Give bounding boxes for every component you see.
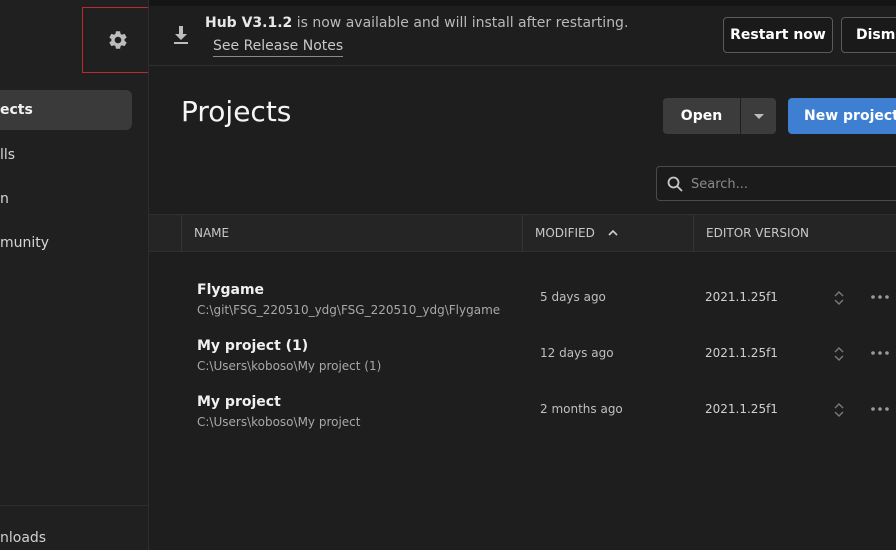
project-path: C:\git\FSG_220510_ydg\FSG_220510_ydg\Fly…: [197, 303, 501, 317]
download-icon: [174, 26, 188, 44]
table-header: NAME MODIFIED EDITOR VERSION: [149, 214, 896, 252]
new-project-button[interactable]: New project: [788, 98, 896, 134]
more-options-icon[interactable]: [869, 288, 891, 306]
page-title: Projects: [181, 95, 292, 128]
column-divider: [181, 215, 182, 251]
project-modified: 2 months ago: [540, 402, 623, 416]
project-path: C:\Users\koboso\My project: [197, 415, 361, 429]
sidebar-item-installs[interactable]: lls: [0, 135, 148, 175]
version-switch-icon[interactable]: [833, 402, 845, 418]
search-icon: [667, 176, 683, 192]
sidebar-item-label: n: [0, 191, 9, 207]
restart-now-button[interactable]: Restart now: [723, 17, 833, 53]
column-divider: [522, 215, 523, 251]
sidebar-footer: nloads: [0, 505, 148, 550]
sidebar-item-label: ects: [0, 102, 33, 118]
open-dropdown-button[interactable]: [741, 98, 776, 134]
project-modified: 12 days ago: [540, 346, 614, 360]
column-header-modified[interactable]: MODIFIED: [535, 215, 619, 251]
more-options-icon[interactable]: [869, 344, 891, 362]
sidebar-item-label: munity: [0, 235, 50, 251]
table-row[interactable]: My project (1) C:\Users\koboso\My projec…: [149, 326, 896, 382]
sort-ascending-icon: [608, 229, 618, 236]
sidebar: ects lls n munity nloads: [0, 0, 149, 550]
project-name: My project (1): [197, 338, 309, 354]
update-message: Hub V3.1.2 is now available and will ins…: [205, 15, 628, 31]
project-path: C:\Users\koboso\My project (1): [197, 359, 382, 373]
version-switch-icon[interactable]: [833, 346, 845, 362]
update-banner: Hub V3.1.2 is now available and will ins…: [149, 6, 896, 66]
project-name: Flygame: [197, 282, 265, 298]
sidebar-item-learn[interactable]: n: [0, 179, 148, 219]
more-options-icon[interactable]: [869, 400, 891, 418]
sidebar-item-community[interactable]: munity: [0, 223, 148, 263]
downloads-link[interactable]: nloads: [0, 530, 46, 546]
sidebar-item-projects[interactable]: ects: [0, 90, 132, 130]
search-box: [656, 166, 896, 201]
project-editor-version: 2021.1.25f1: [705, 346, 778, 360]
project-name: My project: [197, 394, 281, 410]
version-switch-icon[interactable]: [833, 290, 845, 306]
dismiss-button[interactable]: Dismiss: [841, 17, 896, 53]
sidebar-item-label: lls: [0, 147, 16, 163]
gear-icon: [108, 31, 127, 49]
column-header-editor-version[interactable]: EDITOR VERSION: [706, 215, 809, 251]
project-modified: 5 days ago: [540, 290, 606, 304]
settings-button[interactable]: [82, 7, 148, 73]
table-row[interactable]: My project C:\Users\koboso\My project 2 …: [149, 382, 896, 438]
hub-version: Hub V3.1.2: [205, 15, 293, 31]
column-header-label: MODIFIED: [535, 226, 595, 240]
column-header-name[interactable]: NAME: [194, 215, 229, 251]
search-input[interactable]: [691, 173, 881, 195]
project-editor-version: 2021.1.25f1: [705, 402, 778, 416]
update-message-text: is now available and will install after …: [292, 15, 629, 31]
open-button[interactable]: Open: [663, 98, 740, 134]
table-row[interactable]: Flygame C:\git\FSG_220510_ydg\FSG_220510…: [149, 270, 896, 326]
project-editor-version: 2021.1.25f1: [705, 290, 778, 304]
caret-down-icon: [753, 113, 764, 119]
release-notes-link[interactable]: See Release Notes: [213, 38, 344, 57]
column-divider: [693, 215, 694, 251]
